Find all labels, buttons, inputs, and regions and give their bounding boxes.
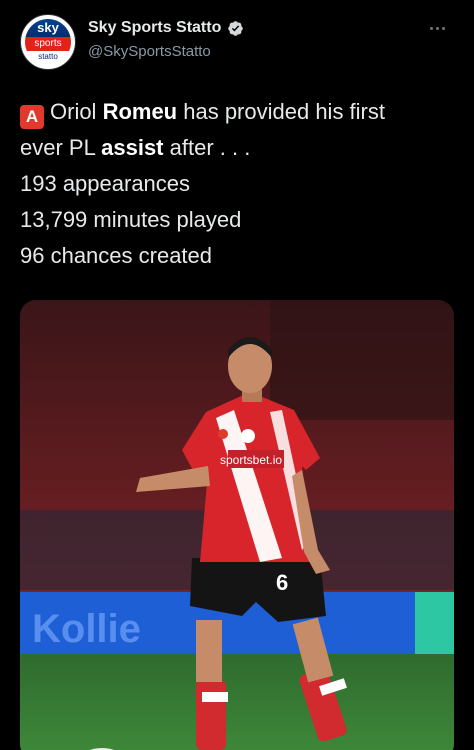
tweet-card: sky sports statto Sky Sports Statto @Sky… (0, 0, 474, 750)
name-row: Sky Sports Statto (88, 19, 244, 37)
display-name[interactable]: Sky Sports Statto (88, 19, 221, 37)
board-text: Kollie (32, 607, 141, 651)
tweet-line-5: 96 chances created (20, 243, 213, 268)
tweet-line-1-pre: Oriol (50, 99, 103, 124)
tweet-line-2: ever PL assist after . . . (20, 130, 460, 166)
tweet-line-3: 193 appearances (20, 171, 191, 196)
letter-a-badge-icon: A (20, 105, 44, 129)
shirt-sponsor: sportsbet.io (220, 453, 282, 467)
avatar-sky-text: sky (25, 19, 71, 37)
tweet-line-2-bold: assist (101, 135, 164, 160)
avatar-sports-text: sports (25, 37, 71, 51)
tweet-line-1-bold: Romeu (102, 99, 178, 124)
shirt-number: 6 (276, 570, 288, 595)
tweet-line-4: 13,799 minutes played (20, 207, 242, 232)
tweet-line-2-post: after . . . (163, 135, 251, 160)
avatar[interactable]: sky sports statto (20, 14, 76, 70)
tweet-text: A Oriol Romeu has provided his first ever… (20, 94, 460, 274)
tweet-line-1: A Oriol Romeu has provided his first (20, 94, 460, 130)
handle[interactable]: @SkySportsStatto (88, 43, 211, 60)
verified-badge-icon (227, 20, 244, 37)
pitch (20, 654, 454, 750)
tweet-line-1-post: has provided his first (177, 99, 385, 124)
avatar-logo: sky sports statto (25, 19, 71, 65)
tweet-photo[interactable]: Kollie 6 sportsbet.io (20, 300, 454, 750)
tweet-line-2-pre: ever PL (20, 135, 102, 160)
avatar-statto-text: statto (25, 51, 71, 65)
more-options-icon[interactable] (430, 22, 452, 34)
